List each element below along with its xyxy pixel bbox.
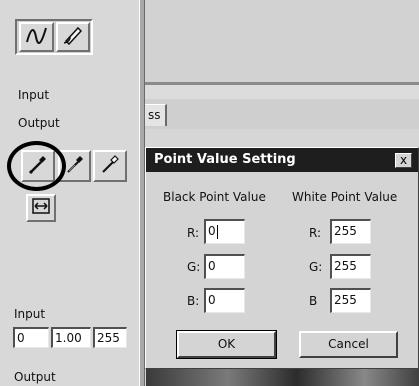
input-gamma-field[interactable]: 1.00 <box>51 327 91 348</box>
input-black-field[interactable]: 0 <box>13 327 49 348</box>
white-b-field[interactable]: 255 <box>330 288 371 313</box>
tab-ss[interactable]: ss <box>145 104 167 126</box>
white-g-field[interactable]: 255 <box>330 254 371 279</box>
white-eyedropper-button[interactable] <box>93 150 127 182</box>
levels-output-label: Output <box>14 370 56 384</box>
black-r-label: R: <box>187 226 200 240</box>
point-value-dialog: Point Value Setting x Black Point Value … <box>145 147 419 369</box>
white-eyedropper-icon <box>99 153 121 179</box>
black-g-field[interactable]: 0 <box>204 254 245 279</box>
tab-strip <box>145 99 419 129</box>
input-white-field[interactable]: 255 <box>93 327 127 348</box>
white-g-label: G: <box>309 260 323 274</box>
white-b-label: B <box>309 294 318 308</box>
close-button[interactable]: x <box>395 153 412 168</box>
preview-area <box>145 0 419 82</box>
levels-input-label: Input <box>14 307 46 321</box>
white-point-header: White Point Value <box>292 190 398 204</box>
black-b-field[interactable]: 0 <box>204 288 245 313</box>
white-r-field[interactable]: 255 <box>330 219 371 244</box>
black-r-value: 0 <box>208 224 216 238</box>
ok-button[interactable]: OK <box>176 330 277 359</box>
white-r-label: R: <box>309 226 322 240</box>
curve-icon <box>25 25 49 49</box>
pencil-tool-button[interactable] <box>56 22 90 52</box>
output-label: Output <box>18 116 60 130</box>
curve-tool-button[interactable] <box>19 22 54 52</box>
highlight-circle <box>7 141 66 191</box>
auto-adjust-icon <box>31 197 51 219</box>
dialog-title: Point Value Setting <box>146 148 418 172</box>
black-g-label: G: <box>187 260 201 274</box>
black-point-header: Black Point Value <box>163 190 266 204</box>
black-b-label: B: <box>187 294 200 308</box>
gray-eyedropper-icon <box>64 153 86 179</box>
pencil-icon <box>62 25 84 49</box>
auto-adjust-button[interactable] <box>26 194 56 222</box>
cancel-button[interactable]: Cancel <box>299 331 398 358</box>
image-preview <box>146 367 419 386</box>
close-icon: x <box>399 153 408 167</box>
black-r-field[interactable]: 0 <box>204 219 245 244</box>
toolbar-strip <box>145 85 419 99</box>
input-label: Input <box>18 88 50 102</box>
